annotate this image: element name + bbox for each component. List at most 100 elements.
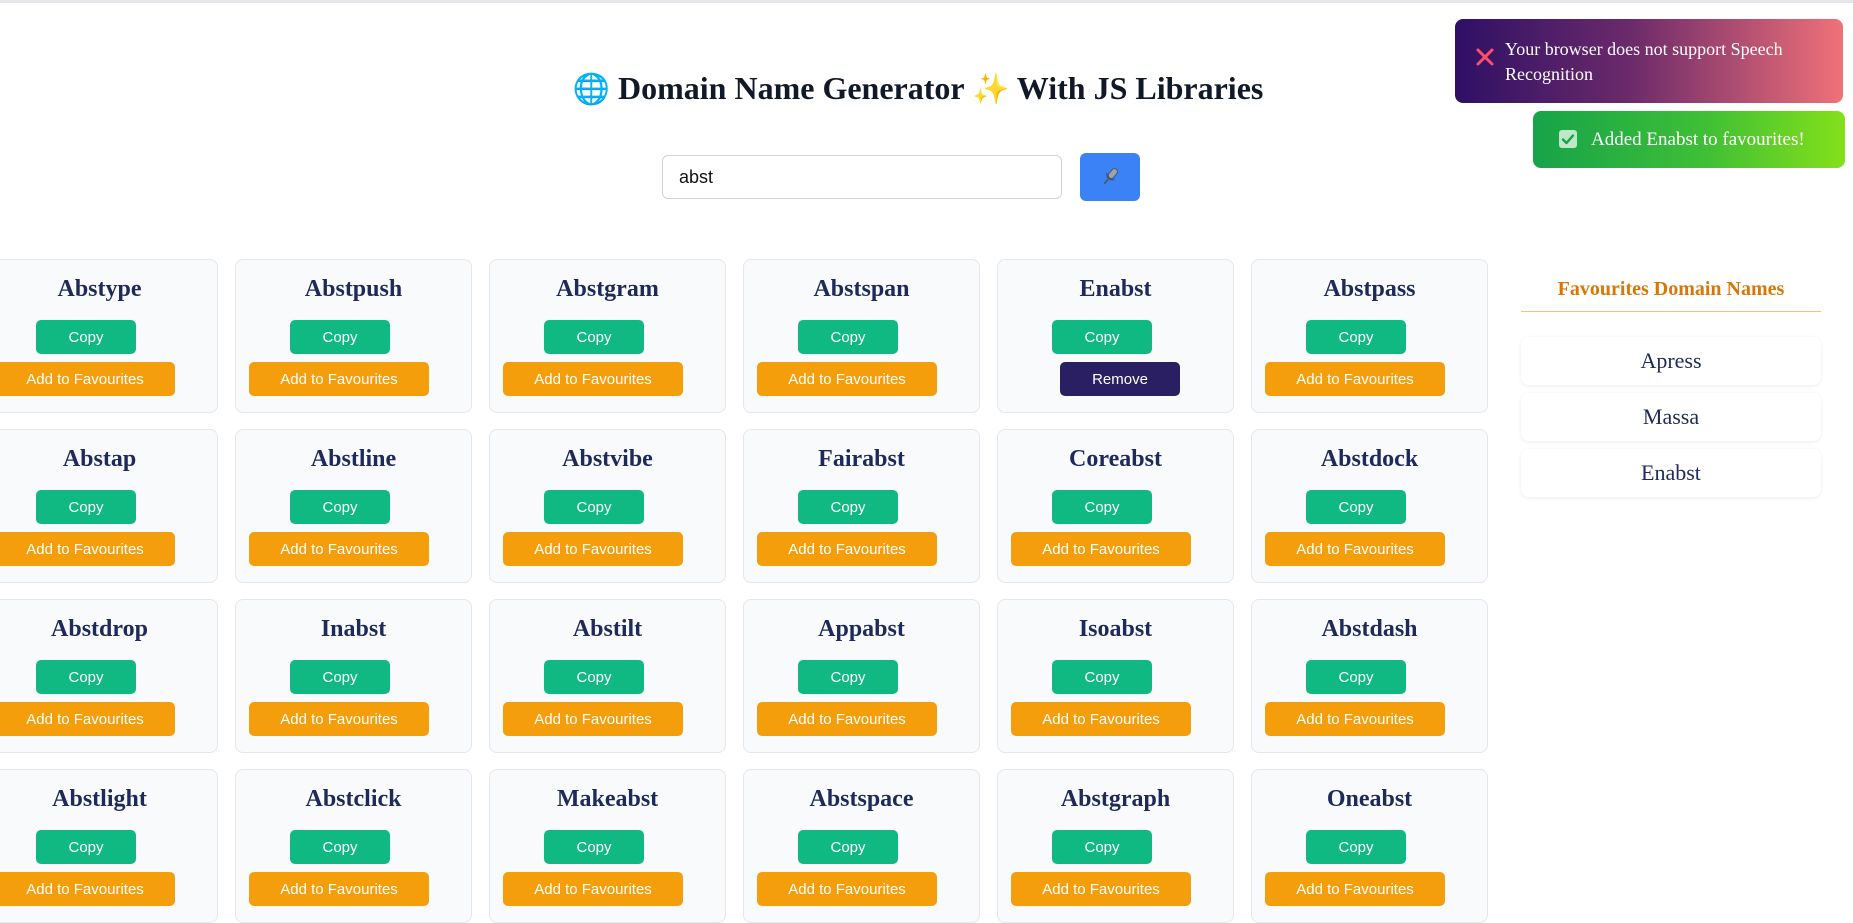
domain-card: Abstdash Copy Add to Favourites (1251, 599, 1488, 753)
copy-button[interactable]: Copy (290, 320, 390, 354)
domain-card: Abstap Copy Add to Favourites (0, 429, 218, 583)
add-to-favourites-button[interactable]: Add to Favourites (0, 702, 175, 736)
globe-icon: 🌐 (572, 72, 611, 107)
domain-name: Abstilt (572, 616, 643, 642)
add-to-favourites-button[interactable]: Add to Favourites (503, 362, 683, 396)
copy-button[interactable]: Copy (36, 320, 136, 354)
add-to-favourites-button[interactable]: Add to Favourites (1011, 702, 1191, 736)
domain-name: Isoabst (1078, 616, 1153, 642)
voice-search-button[interactable] (1080, 153, 1140, 201)
domain-name: Abstpass (1323, 276, 1416, 302)
domain-card: Enabst Copy Remove (997, 259, 1234, 413)
add-to-favourites-button[interactable]: Add to Favourites (1265, 532, 1445, 566)
add-to-favourites-button[interactable]: Add to Favourites (1011, 532, 1191, 566)
favourite-added-toast[interactable]: Added Enabst to favourites! (1533, 111, 1845, 168)
add-to-favourites-button[interactable]: Add to Favourites (249, 532, 429, 566)
add-to-favourites-button[interactable]: Add to Favourites (249, 872, 429, 906)
add-to-favourites-button[interactable]: Add to Favourites (757, 872, 937, 906)
domain-name: Abstpush (304, 276, 403, 302)
domain-name: Abstspan (813, 276, 910, 302)
domain-name: Abstdock (1320, 446, 1419, 472)
add-to-favourites-button[interactable]: Add to Favourites (503, 532, 683, 566)
domain-card: Abstclick Copy Add to Favourites (235, 769, 472, 923)
add-to-favourites-button[interactable]: Add to Favourites (1265, 702, 1445, 736)
title-text-main: Domain Name Generator (618, 70, 965, 106)
copy-button[interactable]: Copy (1306, 660, 1406, 694)
add-to-favourites-button[interactable]: Add to Favourites (1265, 872, 1445, 906)
domain-card: Abstpass Copy Add to Favourites (1251, 259, 1488, 413)
add-to-favourites-button[interactable]: Add to Favourites (1011, 872, 1191, 906)
domain-name: Abstvibe (562, 446, 653, 472)
domain-card: Abstvibe Copy Add to Favourites (489, 429, 726, 583)
search-input[interactable] (662, 155, 1062, 199)
domain-card: Makeabst Copy Add to Favourites (489, 769, 726, 923)
copy-button[interactable]: Copy (798, 320, 898, 354)
domain-name: Inabst (320, 616, 387, 642)
domain-card: Isoabst Copy Add to Favourites (997, 599, 1234, 753)
favourite-item: Apress (1521, 337, 1821, 385)
domain-card: Abstspace Copy Add to Favourites (743, 769, 980, 923)
domain-card: Abstspan Copy Add to Favourites (743, 259, 980, 413)
copy-button[interactable]: Copy (798, 830, 898, 864)
copy-button[interactable]: Copy (1306, 830, 1406, 864)
remove-favourite-button[interactable]: Remove (1060, 362, 1180, 396)
add-to-favourites-button[interactable]: Add to Favourites (249, 702, 429, 736)
copy-button[interactable]: Copy (544, 320, 644, 354)
copy-button[interactable]: Copy (544, 660, 644, 694)
copy-button[interactable]: Copy (1306, 490, 1406, 524)
copy-button[interactable]: Copy (36, 830, 136, 864)
domain-card: Oneabst Copy Add to Favourites (1251, 769, 1488, 923)
domain-name: Appabst (818, 616, 905, 642)
add-to-favourites-button[interactable]: Add to Favourites (757, 702, 937, 736)
domain-card: Coreabst Copy Add to Favourites (997, 429, 1234, 583)
sparkles-icon: ✨ (972, 72, 1010, 107)
add-to-favourites-button[interactable]: Add to Favourites (249, 362, 429, 396)
domain-card: Fairabst Copy Add to Favourites (743, 429, 980, 583)
domain-name: Abstline (310, 446, 397, 472)
copy-button[interactable]: Copy (1052, 660, 1152, 694)
add-to-favourites-button[interactable]: Add to Favourites (0, 362, 175, 396)
domain-name: Abstdash (1321, 616, 1418, 642)
microphone-icon (1103, 168, 1118, 185)
domain-name: Abstgraph (1060, 786, 1171, 812)
domain-name: Abstap (62, 446, 137, 472)
domain-card: Abstype Copy Add to Favourites (0, 259, 218, 413)
add-to-favourites-button[interactable]: Add to Favourites (1265, 362, 1445, 396)
copy-button[interactable]: Copy (798, 660, 898, 694)
copy-button[interactable]: Copy (544, 490, 644, 524)
speech-error-toast[interactable]: Your browser does not support Speech Rec… (1455, 19, 1843, 103)
add-to-favourites-button[interactable]: Add to Favourites (757, 532, 937, 566)
domain-card: Abstpush Copy Add to Favourites (235, 259, 472, 413)
error-toast-text: Your browser does not support Speech Rec… (1505, 39, 1783, 84)
copy-button[interactable]: Copy (798, 490, 898, 524)
favourites-title: Favourites Domain Names (1557, 278, 1785, 300)
success-toast-text: Added Enabst to favourites! (1591, 129, 1805, 150)
copy-button[interactable]: Copy (290, 830, 390, 864)
domain-name: Fairabst (818, 446, 905, 472)
add-to-favourites-button[interactable]: Add to Favourites (503, 702, 683, 736)
copy-button[interactable]: Copy (290, 490, 390, 524)
add-to-favourites-button[interactable]: Add to Favourites (0, 872, 175, 906)
favourites-divider (1521, 311, 1821, 312)
copy-button[interactable]: Copy (1052, 830, 1152, 864)
copy-button[interactable]: Copy (36, 660, 136, 694)
add-to-favourites-button[interactable]: Add to Favourites (503, 872, 683, 906)
domain-card: Abstgram Copy Add to Favourites (489, 259, 726, 413)
copy-button[interactable]: Copy (544, 830, 644, 864)
domain-card: Abstdrop Copy Add to Favourites (0, 599, 218, 753)
add-to-favourites-button[interactable]: Add to Favourites (757, 362, 937, 396)
domain-name: Abstlight (52, 786, 147, 812)
domain-card: Abstdock Copy Add to Favourites (1251, 429, 1488, 583)
domain-name: Oneabst (1326, 786, 1413, 812)
copy-button[interactable]: Copy (290, 660, 390, 694)
copy-button[interactable]: Copy (1052, 490, 1152, 524)
domain-card: Abstilt Copy Add to Favourites (489, 599, 726, 753)
copy-button[interactable]: Copy (1306, 320, 1406, 354)
top-border (0, 0, 1853, 3)
favourite-item: Massa (1521, 393, 1821, 441)
favourite-item: Enabst (1521, 449, 1821, 497)
copy-button[interactable]: Copy (1052, 320, 1152, 354)
add-to-favourites-button[interactable]: Add to Favourites (0, 532, 175, 566)
copy-button[interactable]: Copy (36, 490, 136, 524)
domain-name: Abstype (57, 276, 142, 302)
